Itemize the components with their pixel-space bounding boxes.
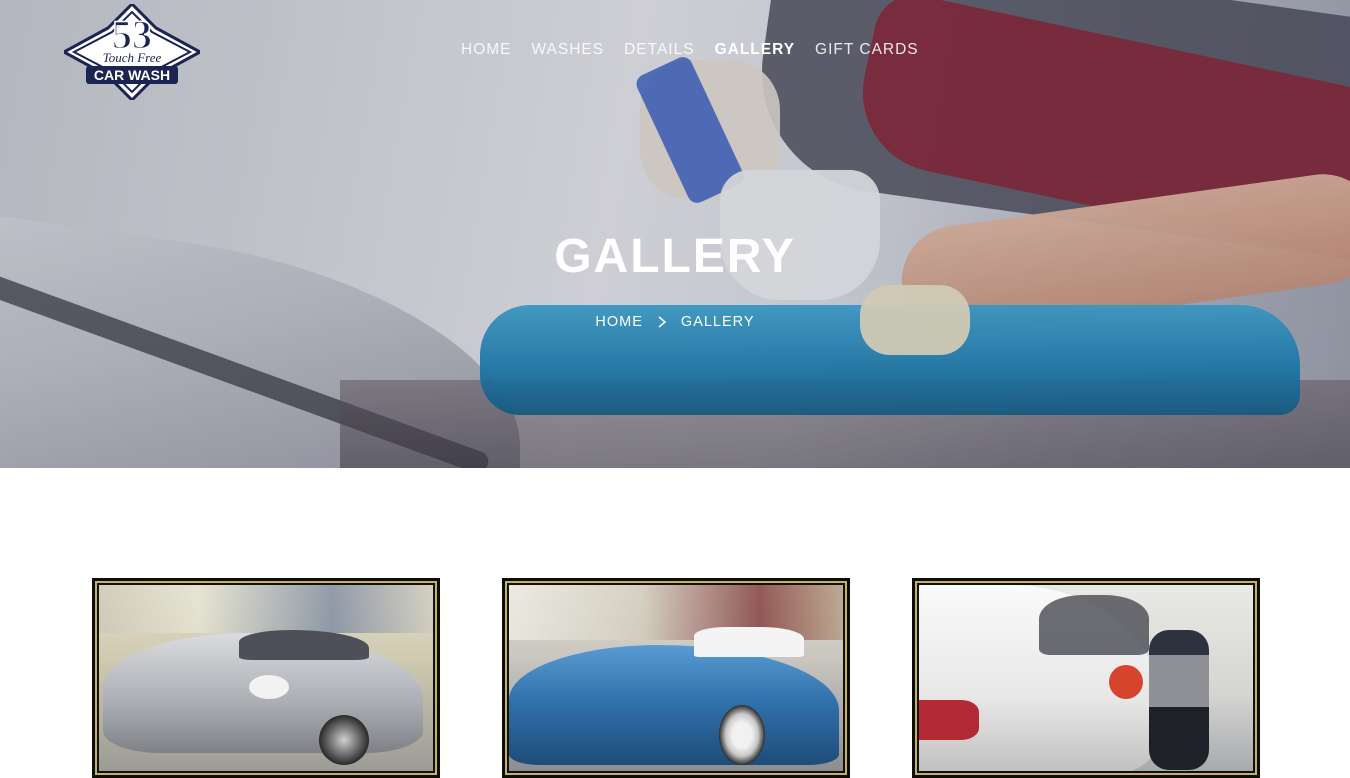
gallery-item[interactable]	[912, 578, 1260, 778]
gallery-photo-white-sedan	[919, 585, 1253, 771]
gallery-item[interactable]	[502, 578, 850, 778]
breadcrumb-home[interactable]: HOME	[595, 314, 643, 330]
nav-washes[interactable]: WASHES	[532, 41, 605, 59]
breadcrumb-current: GALLERY	[680, 314, 755, 330]
gallery-photo-silver-convertible	[99, 585, 433, 771]
nav-home[interactable]: HOME	[461, 41, 512, 59]
gallery-photo-blue-corvette	[509, 585, 843, 771]
brand-name: CAR WASH	[94, 67, 170, 83]
gallery-item[interactable]	[92, 578, 440, 778]
breadcrumb: HOME GALLERY	[0, 314, 1350, 330]
main-nav: HOME WASHES DETAILS GALLERY GIFT CARDS	[461, 41, 919, 59]
page-title: GALLERY	[554, 230, 796, 283]
brand-logo[interactable]: 53 Touch Free CAR WASH	[64, 4, 200, 100]
gallery-frame	[505, 581, 847, 775]
chevron-right-icon	[658, 316, 667, 328]
nav-gallery[interactable]: GALLERY	[715, 41, 795, 59]
brand-tagline: Touch Free	[103, 50, 162, 65]
nav-gift-cards[interactable]: GIFT CARDS	[815, 41, 919, 59]
gallery-frame	[95, 581, 437, 775]
nav-details[interactable]: DETAILS	[624, 41, 694, 59]
gallery-frame	[915, 581, 1257, 775]
